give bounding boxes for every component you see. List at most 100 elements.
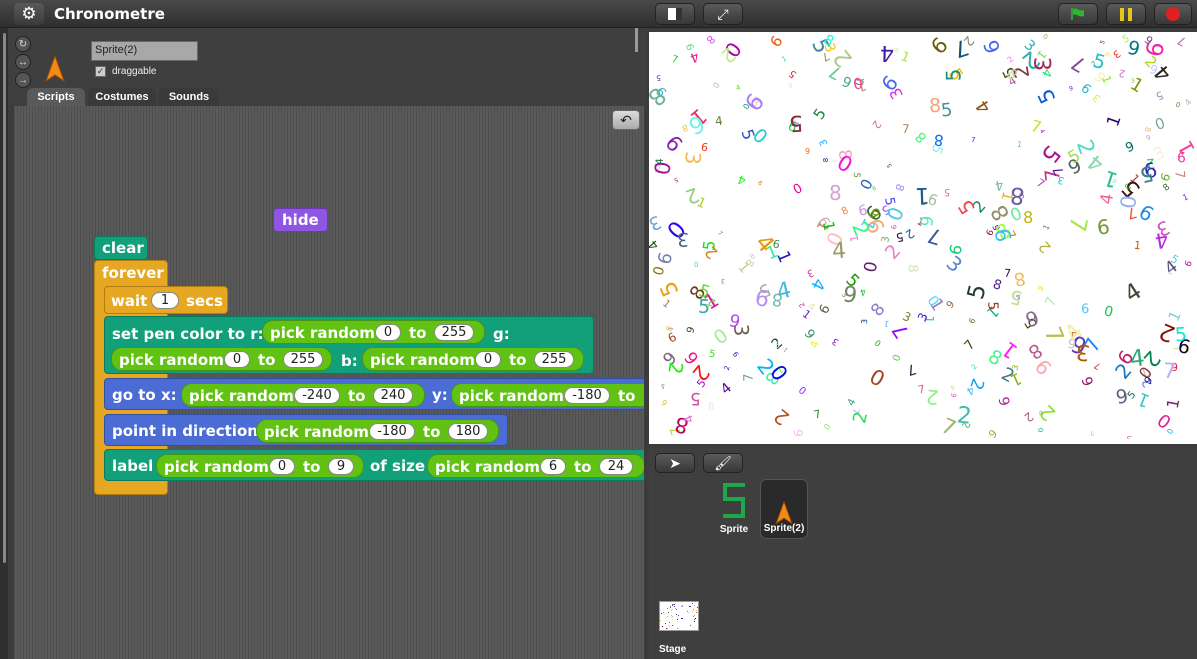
add-turtle-sprite-button[interactable]: ➤: [655, 453, 695, 473]
stage-digit: 8: [703, 32, 718, 47]
set-pen-color-block[interactable]: set pen color to r: pick random 0 to 255…: [104, 316, 594, 374]
thumb-dot: [666, 617, 667, 618]
stage-digit: 5: [962, 281, 992, 303]
wait-block[interactable]: wait 1 secs: [104, 286, 228, 314]
pick-random-block[interactable]: pick random 0 to 255: [362, 347, 584, 371]
stop-icon: [1166, 7, 1180, 21]
random-to-value[interactable]: 9: [328, 458, 354, 475]
gear-icon[interactable]: ⚙: [14, 3, 44, 25]
wait-value[interactable]: 1: [151, 292, 179, 309]
block-label: set pen color to r:: [112, 325, 264, 343]
stage-digit: 9: [1114, 385, 1130, 409]
block-label: pick random: [370, 351, 475, 369]
rotate-icon[interactable]: ↻: [15, 36, 31, 52]
random-from-value[interactable]: 0: [224, 351, 250, 368]
stage-digit: 6: [942, 297, 956, 310]
pane-divider[interactable]: [635, 28, 638, 52]
stage-digit: 5: [1098, 39, 1107, 46]
random-to-value[interactable]: 240: [373, 387, 413, 404]
block-label: pick random: [189, 387, 294, 405]
thumb-dot: [669, 626, 670, 627]
pick-random-block[interactable]: pick random -180 to 180: [256, 419, 499, 443]
tab-scripts[interactable]: Scripts: [27, 88, 85, 106]
stage-thumbnail[interactable]: [659, 601, 699, 631]
sprite-icon-sprite-2[interactable]: Sprite(2): [760, 479, 808, 539]
thumb-dot: [694, 627, 695, 628]
block-label: label: [112, 457, 154, 475]
pick-random-block[interactable]: pick random -180 to: [451, 383, 644, 407]
stage-digit: 6: [1095, 214, 1111, 240]
stage-digit: 7: [741, 373, 757, 382]
random-from-value[interactable]: 0: [269, 458, 295, 475]
random-to-value[interactable]: 255: [434, 324, 474, 341]
go-to-xy-block[interactable]: go to x: pick random -240 to 240 y: pick…: [104, 378, 644, 410]
stage-digit: 8: [990, 277, 1004, 294]
block-label: clear: [102, 239, 144, 257]
stage-digit: 2: [902, 226, 917, 242]
random-from-value[interactable]: 0: [475, 351, 501, 368]
stage-digit: 0: [1036, 426, 1046, 434]
point-in-direction-block[interactable]: point in direction pick random -180 to 1…: [104, 414, 508, 446]
stage-digit: 7: [1042, 294, 1061, 310]
sprite-icon-sprite[interactable]: Sprite: [710, 479, 758, 539]
tab-sounds[interactable]: Sounds: [159, 88, 219, 106]
label-block[interactable]: label pick random 0 to 9 of size pick ra…: [104, 449, 644, 481]
pick-random-block[interactable]: pick random 0 to 255: [111, 347, 332, 371]
turtle-arrow-icon: ➤: [669, 455, 681, 471]
random-to-value[interactable]: 180: [448, 423, 488, 440]
random-from-value[interactable]: 6: [540, 458, 566, 475]
block-label: of size: [370, 457, 426, 475]
scripting-area[interactable]: ↶ hide clear forever wait 1 secs set pen…: [14, 106, 644, 659]
stage-digit: 0: [1152, 112, 1168, 134]
stop-button[interactable]: [1154, 3, 1192, 25]
thumb-dot: [662, 626, 663, 627]
paint-new-sprite-button[interactable]: 🖌: [703, 453, 743, 473]
palette-scrollbar[interactable]: [3, 33, 6, 563]
green-flag-button[interactable]: [1058, 3, 1098, 25]
stage-digit: 5: [941, 68, 966, 82]
pick-random-block[interactable]: pick random 0 to 9: [156, 454, 364, 478]
random-to-value[interactable]: 24: [599, 458, 633, 475]
thumb-dot: [677, 619, 678, 620]
stage-digit: 8: [822, 157, 831, 163]
stage-digit: 4: [1183, 97, 1195, 109]
stage[interactable]: 6722145426461045661402227569752272187658…: [649, 32, 1197, 444]
block-label: to: [409, 324, 427, 342]
sprite-name-input[interactable]: Sprite(2): [91, 41, 198, 61]
stage-digit: 7: [1162, 358, 1177, 384]
stage-digit: 7: [916, 382, 927, 397]
tab-costumes[interactable]: Costumes: [88, 88, 156, 106]
pick-random-block[interactable]: pick random -240 to 240: [181, 383, 425, 407]
thumb-dot: [672, 605, 673, 606]
random-from-value[interactable]: -240: [294, 387, 340, 404]
draggable-checkbox[interactable]: ✓: [95, 66, 106, 77]
hide-block[interactable]: hide: [273, 208, 328, 232]
thumb-dot: [667, 628, 668, 629]
stage-digit: 5: [1153, 88, 1166, 103]
stage-digit: 5: [1032, 84, 1061, 108]
random-from-value[interactable]: -180: [564, 387, 610, 404]
pause-button[interactable]: [1106, 3, 1146, 25]
stage-digit: 3: [1091, 91, 1104, 104]
stage-digit: 2: [663, 360, 687, 376]
fullscreen-button[interactable]: ⤢: [703, 3, 743, 25]
thumb-dot: [667, 608, 668, 609]
block-label: pick random: [164, 458, 269, 476]
random-from-value[interactable]: -180: [369, 423, 415, 440]
stage-digit: 8: [867, 299, 890, 321]
random-to-value[interactable]: 255: [283, 351, 323, 368]
random-to-value[interactable]: 255: [534, 351, 574, 368]
stage-digit: 4: [735, 172, 749, 188]
stage-digit: 9: [731, 349, 741, 359]
left-right-icon[interactable]: ↔: [15, 54, 31, 70]
pick-random-block[interactable]: pick random 6 to 24: [427, 454, 644, 478]
stage-digit: 3: [830, 335, 841, 347]
random-from-value[interactable]: 0: [375, 324, 401, 341]
clear-block[interactable]: clear: [94, 236, 148, 260]
block-label: pick random: [459, 387, 564, 405]
stage-size-button[interactable]: [655, 3, 695, 25]
undo-icon[interactable]: ↶: [612, 110, 640, 130]
no-rotate-icon[interactable]: →: [15, 72, 31, 88]
pick-random-block[interactable]: pick random 0 to 255: [262, 320, 485, 344]
stage-digit: 5: [708, 348, 717, 361]
